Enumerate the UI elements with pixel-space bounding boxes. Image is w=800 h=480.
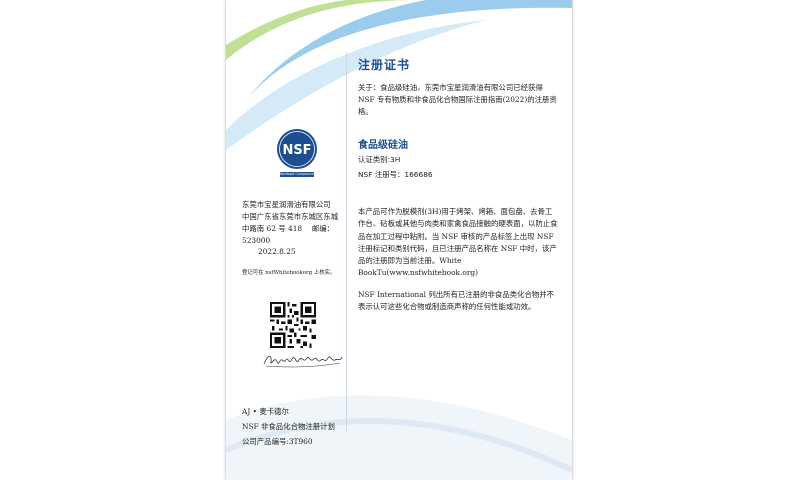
company-product-number: 公司产品编号:3T960: [242, 437, 313, 446]
registration-number: NSF 注册号：166686: [358, 170, 433, 179]
company-line: 中国广东省东莞市东城区东城: [242, 212, 339, 221]
disclaimer-paragraph: NSF International 列出所有已注册的非食品类化合物并不表示认可这…: [358, 290, 555, 312]
signature-image: [263, 355, 343, 368]
certificate-title: 注册证书: [358, 58, 411, 72]
company-line: 中路南 62 号 418 邮编：: [242, 224, 335, 233]
nsf-logo-subtext: Nonfood Compounds: [280, 172, 314, 177]
certification-category: 认证类别:3H: [358, 155, 401, 164]
company-line: 523000: [242, 236, 271, 245]
company-address: 东莞市宝星润滑油有限公司 中国广东省东莞市东城区东城 中路南 62 号 418 …: [242, 199, 346, 247]
verify-note: 登记可在 nsfWhitebookorg 上核实。: [242, 270, 336, 276]
issue-date: 2022.8.25: [258, 247, 296, 256]
qr-code-icon[interactable]: [270, 302, 316, 348]
company-line: 东莞市宝星润滑油有限公司: [242, 200, 331, 209]
certificate-page: 注册证书 关于：食品级硅油，东莞市宝星润滑油有限公司已经获得 NSF 专有物质和…: [226, 0, 572, 480]
nsf-logo-icon: NSF: [277, 129, 317, 169]
product-name: 食品级硅油: [358, 140, 408, 151]
about-paragraph: 关于：食品级硅油，东莞市宝星润滑油有限公司已经获得 NSF 专有物质和非食品化合…: [358, 83, 557, 116]
description-paragraph: 本产品可作为脱模剂(3H)用于烤架、烤箱、面包盘、去骨工作台、砧板或其他与肉类和…: [358, 207, 558, 278]
column-divider: [346, 52, 347, 432]
nsf-logo-text: NSF: [282, 143, 311, 158]
program-name: NSF 非食品化合物注册计划: [242, 422, 335, 431]
signer-name: AJ • 麦卡德尔: [242, 407, 289, 416]
